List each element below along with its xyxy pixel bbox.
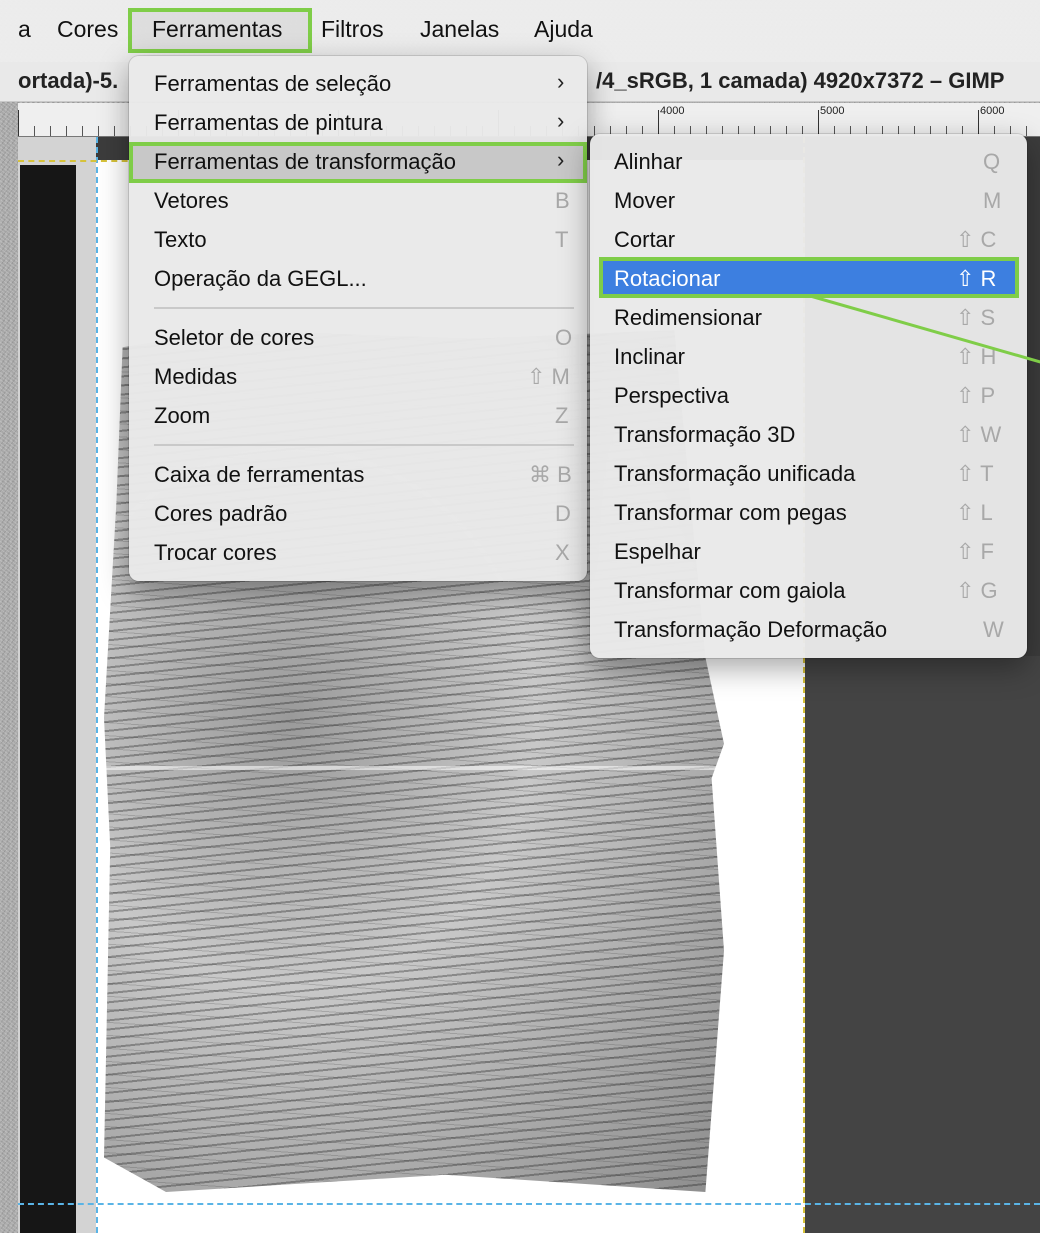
menu-item-label: Zoom <box>154 403 211 428</box>
menu-ferramentas[interactable]: Ferramentas <box>152 16 282 43</box>
menu-janelas[interactable]: Janelas <box>420 16 499 43</box>
menu-item-rotacionar[interactable]: Rotacionar ⇧ R <box>590 259 1027 298</box>
menu-item-label: Rotacionar <box>614 266 721 291</box>
ruler-label: 5000 <box>820 105 845 117</box>
menu-item-shortcut: O <box>555 325 573 350</box>
menu-item-shortcut: ⇧ S <box>956 305 996 330</box>
menu-item-caixa-ferramentas[interactable]: Caixa de ferramentas ⌘ B <box>129 455 587 494</box>
menu-item-label: Transformar com gaiola <box>614 578 846 603</box>
menu-item-transformar-gaiola[interactable]: Transformar com gaiola ⇧ G <box>590 571 1027 610</box>
menu-item-perspectiva[interactable]: Perspectiva ⇧ P <box>590 376 1027 415</box>
menu-item-shortcut: ⇧ R <box>956 266 997 291</box>
menu-item-shortcut: ⇧ L <box>956 500 993 525</box>
chevron-right-icon: › <box>557 147 565 172</box>
menu-item-cortar[interactable]: Cortar ⇧ C <box>590 220 1027 259</box>
menu-item-transformacao-unificada[interactable]: Transformação unificada ⇧ T <box>590 454 1027 493</box>
canvas-dark-strip <box>20 165 76 1233</box>
guide-horizontal[interactable] <box>18 1203 1040 1205</box>
menu-item-label: Ferramentas de transformação <box>154 149 457 174</box>
document-fold-line <box>104 766 724 770</box>
menu-item-trocar-cores[interactable]: Trocar cores X <box>129 533 587 572</box>
menu-item-label: Redimensionar <box>614 305 762 330</box>
menu-item-shortcut: ⇧ G <box>956 578 998 603</box>
menu-item-label: Alinhar <box>614 149 683 174</box>
menu-item-shortcut: X <box>555 540 570 565</box>
menu-item-alinhar[interactable]: Alinhar Q <box>590 142 1027 181</box>
menu-item-redimensionar[interactable]: Redimensionar ⇧ S <box>590 298 1027 337</box>
menu-item-shortcut: ⇧ W <box>956 422 1002 447</box>
window-title-right: /4_sRGB, 1 camada) 4920x7372 – GIMP <box>596 68 1005 93</box>
menu-item-vetores[interactable]: Vetores B <box>129 181 587 220</box>
menu-item-label: Perspectiva <box>614 383 729 408</box>
menu-item-texto[interactable]: Texto T <box>129 220 587 259</box>
menu-item-partial[interactable]: a <box>18 16 31 43</box>
menu-filtros[interactable]: Filtros <box>321 16 384 43</box>
menu-item-label: Ferramentas de pintura <box>154 110 383 135</box>
menu-item-shortcut: W <box>983 617 1004 642</box>
menu-item-label: Texto <box>154 227 207 252</box>
menu-item-label: Transformar com pegas <box>614 500 847 525</box>
menu-item-shortcut: ⌘ B <box>529 462 572 487</box>
menu-item-mover[interactable]: Mover M <box>590 181 1027 220</box>
menu-item-operacao-gegl[interactable]: Operação da GEGL... <box>129 259 587 298</box>
menu-item-shortcut: B <box>555 188 570 213</box>
menu-item-ferramentas-pintura[interactable]: Ferramentas de pintura › <box>129 103 587 142</box>
window-title-left: ortada)-5. <box>18 68 119 93</box>
menu-item-shortcut: ⇧ P <box>956 383 996 408</box>
menu-item-shortcut: ⇧ C <box>956 227 997 252</box>
menu-item-shortcut: D <box>555 501 571 526</box>
menu-separator <box>154 444 574 446</box>
menu-item-label: Operação da GEGL... <box>154 266 367 291</box>
guide-vertical[interactable] <box>96 137 98 1233</box>
menu-item-label: Seletor de cores <box>154 325 315 350</box>
menu-separator <box>154 307 574 309</box>
transform-submenu: Alinhar Q Mover M Cortar ⇧ C Rotacionar … <box>590 134 1027 658</box>
menu-item-shortcut: M <box>983 188 1002 213</box>
ferramentas-menu: Ferramentas de seleção › Ferramentas de … <box>129 56 587 581</box>
menu-item-label: Vetores <box>154 188 229 213</box>
menu-item-cores-padrao[interactable]: Cores padrão D <box>129 494 587 533</box>
menu-item-ferramentas-selecao[interactable]: Ferramentas de seleção › <box>129 64 587 103</box>
menu-item-label: Espelhar <box>614 539 701 564</box>
canvas-outside-area <box>805 656 1040 1233</box>
menu-item-label: Caixa de ferramentas <box>154 462 365 487</box>
ruler-label: 6000 <box>980 105 1005 117</box>
menu-item-espelhar[interactable]: Espelhar ⇧ F <box>590 532 1027 571</box>
menu-item-label: Trocar cores <box>154 540 277 565</box>
chevron-right-icon: › <box>557 108 565 133</box>
menu-item-shortcut: ⇧ M <box>527 364 570 389</box>
menu-item-medidas[interactable]: Medidas ⇧ M <box>129 357 587 396</box>
menu-ajuda[interactable]: Ajuda <box>534 16 593 43</box>
chevron-right-icon: › <box>557 69 565 94</box>
menu-item-shortcut: Z <box>555 403 569 428</box>
menu-item-label: Cortar <box>614 227 676 252</box>
menu-item-label: Transformação unificada <box>614 461 856 486</box>
menu-item-inclinar[interactable]: Inclinar ⇧ H <box>590 337 1027 376</box>
menu-item-label: Inclinar <box>614 344 685 369</box>
menu-item-shortcut: ⇧ T <box>956 461 994 486</box>
menu-item-label: Cores padrão <box>154 501 288 526</box>
menu-item-label: Mover <box>614 188 676 213</box>
menu-item-transformacao-deformacao[interactable]: Transformação Deformação W <box>590 610 1027 649</box>
ruler-label: 4000 <box>660 105 685 117</box>
menu-item-ferramentas-transformacao[interactable]: Ferramentas de transformação › <box>129 142 587 181</box>
menu-item-zoom[interactable]: Zoom Z <box>129 396 587 435</box>
menu-item-label: Transformação Deformação <box>614 617 888 642</box>
menu-item-transformacao-3d[interactable]: Transformação 3D ⇧ W <box>590 415 1027 454</box>
menu-cores[interactable]: Cores <box>57 16 118 43</box>
menu-item-shortcut: T <box>555 227 569 252</box>
layer-boundary-top <box>18 160 138 162</box>
menu-item-shortcut: ⇧ F <box>956 539 994 564</box>
menu-item-shortcut: Q <box>983 149 1001 174</box>
menu-item-label: Medidas <box>154 364 238 389</box>
menu-item-label: Transformação 3D <box>614 422 796 447</box>
menu-item-transformar-pegas[interactable]: Transformar com pegas ⇧ L <box>590 493 1027 532</box>
menu-item-seletor-cores[interactable]: Seletor de cores O <box>129 318 587 357</box>
menubar: a Cores Ferramentas Filtros Janelas Ajud… <box>0 0 1040 62</box>
menu-item-label: Ferramentas de seleção <box>154 71 392 96</box>
